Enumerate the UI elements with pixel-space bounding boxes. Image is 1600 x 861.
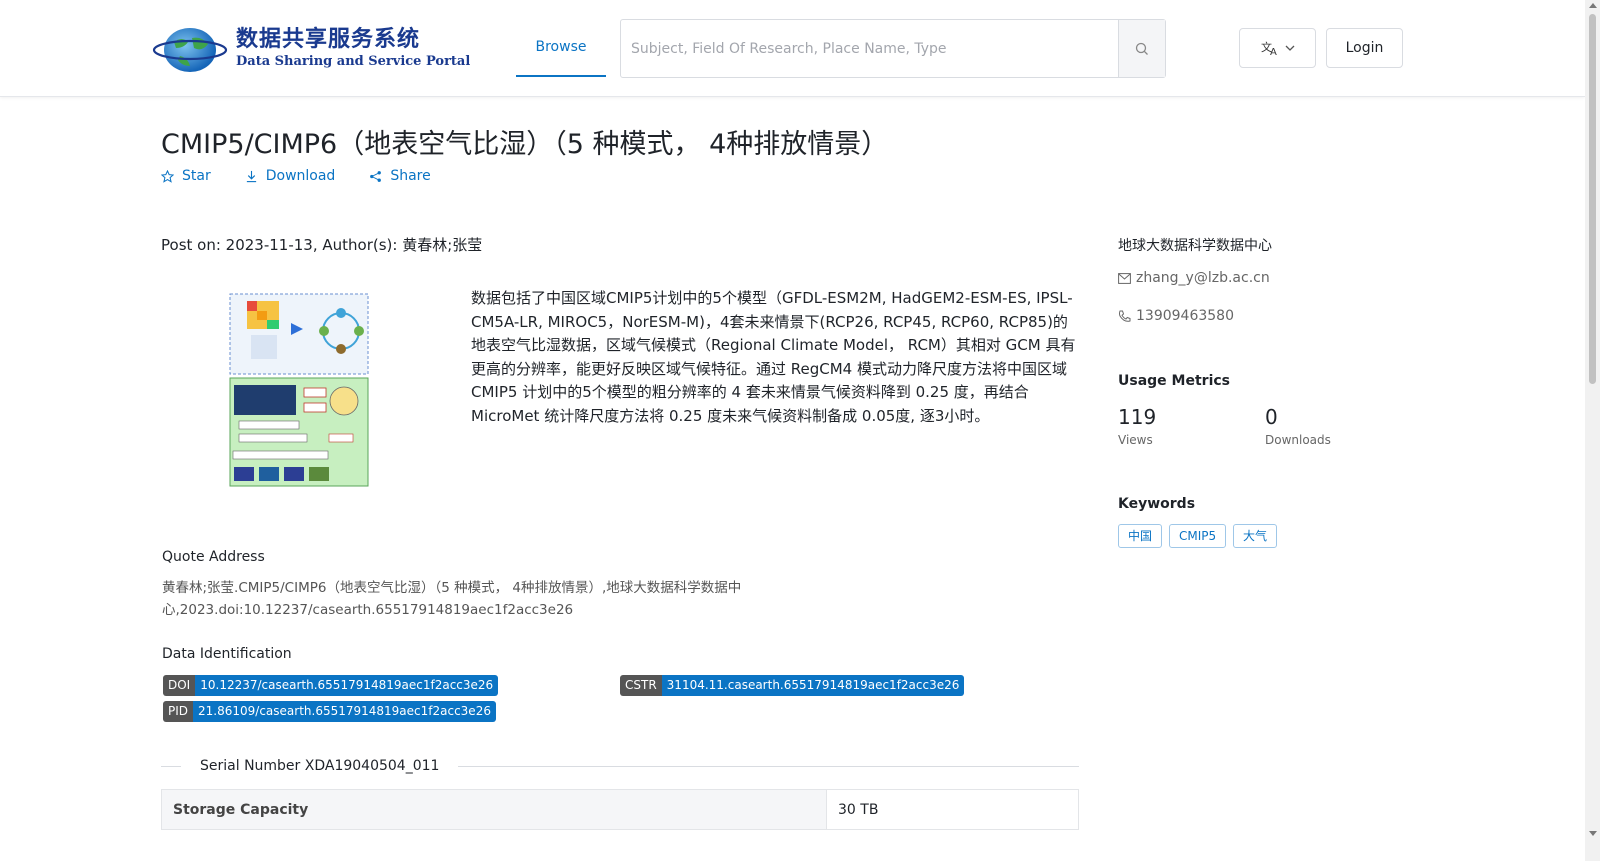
search-input[interactable]: [621, 20, 1118, 77]
cstr-key: CSTR: [620, 675, 662, 696]
row-value: 30 TB: [827, 790, 1079, 829]
organization-name: 地球大数据科学数据中心: [1118, 238, 1272, 254]
scrollbar-thumb[interactable]: [1589, 14, 1596, 384]
table-row: Storage Capacity 30 TB: [161, 790, 1079, 830]
share-button[interactable]: Share: [369, 168, 431, 184]
star-button[interactable]: Star: [161, 168, 211, 184]
keywords-title: Keywords: [1118, 496, 1196, 512]
search-icon: [1135, 42, 1148, 55]
dataset-actions: Star Download Share: [161, 168, 465, 184]
serial-divider: Serial Number XDA19040504_011: [161, 756, 1079, 776]
globe-logo-icon: [152, 28, 228, 72]
search-bar: [620, 19, 1166, 78]
serial-number: Serial Number XDA19040504_011: [200, 758, 440, 774]
download-button[interactable]: Download: [245, 168, 336, 184]
logo-title-cn: 数据共享服务系统: [236, 26, 421, 52]
downloads-count: 0: [1265, 405, 1278, 429]
cstr-badge[interactable]: CSTR 31104.11.casearth.65517914819aec1f2…: [620, 675, 965, 696]
page-scrollbar[interactable]: [1585, 0, 1600, 861]
pid-key: PID: [163, 701, 194, 722]
keyword-tag[interactable]: 中国: [1118, 524, 1163, 548]
cstr-value: 31104.11.casearth.65517914819aec1f2acc3e…: [661, 675, 965, 696]
pid-badge[interactable]: PID 21.86109/casearth.65517914819aec1f2a…: [163, 701, 496, 722]
translate-icon: 文 A: [1261, 40, 1277, 56]
phone-icon: [1119, 310, 1131, 322]
views-label: Views: [1118, 433, 1153, 447]
post-info: Post on: 2023-11-13, Author(s): 黄春林;张莹: [161, 236, 483, 254]
share-label: Share: [390, 168, 431, 184]
downloads-label: Downloads: [1265, 433, 1331, 447]
star-icon: [161, 169, 174, 183]
language-select[interactable]: 文 A: [1239, 28, 1316, 68]
login-button[interactable]: Login: [1326, 28, 1403, 68]
download-icon: [246, 170, 256, 182]
pid-value: 21.86109/casearth.65517914819aec1f2acc3e…: [193, 701, 496, 722]
scroll-down-icon[interactable]: [1589, 831, 1597, 836]
metadata-table: Storage Capacity 30 TB: [161, 789, 1079, 830]
logo-title-en: Data Sharing and Service Portal: [236, 54, 471, 69]
identification-label: Data Identification: [162, 646, 292, 662]
doi-key: DOI: [163, 675, 196, 696]
svg-text:A: A: [1270, 47, 1277, 56]
email-text: zhang_y@lzb.ac.cn: [1136, 270, 1270, 286]
phone-text: 13909463580: [1136, 308, 1234, 324]
contact-phone: 13909463580: [1118, 308, 1234, 324]
star-label: Star: [182, 168, 211, 184]
share-icon: [370, 170, 382, 182]
mail-icon: [1118, 272, 1131, 284]
dataset-description: 数据包括了中国区域CMIP5计划中的5个模型（GFDL-ESM2M, HadGE…: [471, 289, 1076, 425]
page-title: CMIP5/CIMP6（地表空气比湿）（5 种模式， 4种排放情景）: [161, 129, 889, 160]
dataset-thumbnail[interactable]: [229, 293, 370, 487]
quote-text: 黄春林;张莹.CMIP5/CIMP6（地表空气比湿）（5 种模式， 4种排放情景…: [162, 580, 742, 618]
contact-email[interactable]: zhang_y@lzb.ac.cn: [1118, 270, 1270, 286]
scroll-up-icon[interactable]: [1589, 3, 1597, 8]
search-button[interactable]: [1118, 20, 1165, 77]
doi-badge[interactable]: DOI 10.12237/casearth.65517914819aec1f2a…: [163, 675, 499, 696]
chevron-down-icon: [1285, 45, 1294, 51]
usage-metrics-title: Usage Metrics: [1118, 373, 1230, 389]
views-count: 119: [1118, 405, 1157, 429]
quote-label: Quote Address: [162, 549, 265, 565]
top-header: 数据共享服务系统 Data Sharing and Service Portal…: [0, 0, 1585, 97]
doi-value: 10.12237/casearth.65517914819aec1f2acc3e…: [195, 675, 499, 696]
keyword-tag[interactable]: CMIP5: [1169, 524, 1227, 548]
download-label: Download: [265, 168, 336, 184]
nav-browse[interactable]: Browse: [516, 19, 606, 77]
keyword-tag[interactable]: 大气: [1233, 524, 1278, 548]
site-logo[interactable]: 数据共享服务系统 Data Sharing and Service Portal: [152, 18, 470, 78]
row-label: Storage Capacity: [161, 790, 827, 829]
